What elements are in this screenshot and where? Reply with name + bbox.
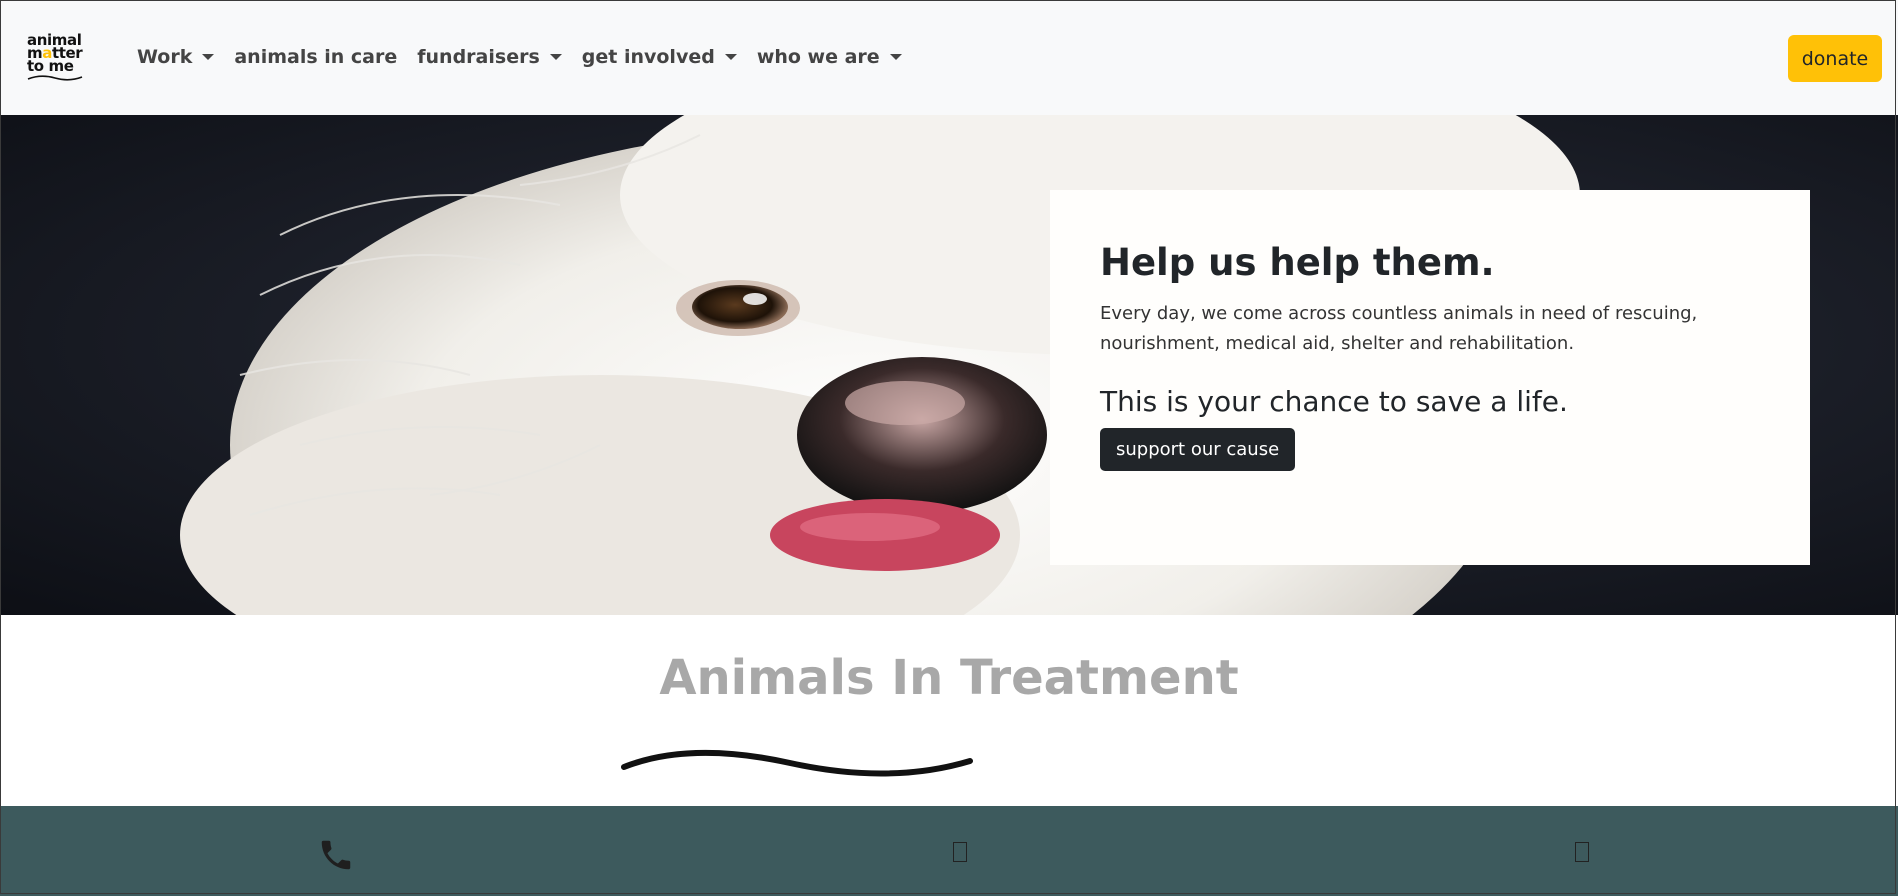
hero-banner: Help us help them. Every day, we come ac… bbox=[0, 115, 1898, 615]
hero-card: Help us help them. Every day, we come ac… bbox=[1050, 190, 1810, 565]
donate-button[interactable]: donate bbox=[1788, 35, 1882, 82]
support-our-cause-button[interactable]: support our cause bbox=[1100, 427, 1296, 471]
caret-down-icon bbox=[549, 54, 562, 60]
missing-glyph-icon[interactable] bbox=[953, 842, 967, 862]
nav-item-label: animals in care bbox=[234, 46, 398, 68]
nav-item-label: Work bbox=[137, 46, 193, 68]
logo[interactable]: animal matter to me bbox=[27, 33, 87, 84]
top-navbar: animal matter to me Work animals in care… bbox=[0, 0, 1898, 115]
section-title: Animals In Treatment bbox=[659, 650, 1239, 706]
nav-item-label: get involved bbox=[581, 46, 715, 68]
missing-glyph-icon[interactable] bbox=[1575, 842, 1589, 862]
nav-item-label: who we are bbox=[756, 46, 880, 68]
caret-down-icon bbox=[889, 54, 902, 60]
nav-item-who-we-are[interactable]: who we are bbox=[757, 46, 902, 68]
phone-icon[interactable] bbox=[317, 836, 355, 878]
hero-subheading: This is your chance to save a life. bbox=[1100, 384, 1568, 418]
logo-underline-icon bbox=[27, 75, 83, 81]
hero-body-text: Every day, we come across countless anim… bbox=[1100, 302, 1698, 354]
nav-item-label: fundraisers bbox=[417, 46, 540, 68]
caret-down-icon bbox=[202, 54, 215, 60]
hero-heading: Help us help them. bbox=[1100, 241, 1495, 284]
contact-bar bbox=[0, 806, 1898, 896]
nav-item-animals-in-care[interactable]: animals in care bbox=[234, 46, 397, 68]
nav-item-get-involved[interactable]: get involved bbox=[582, 46, 737, 68]
nav-item-fundraisers[interactable]: fundraisers bbox=[417, 46, 562, 68]
nav-item-work[interactable]: Work bbox=[137, 46, 215, 68]
caret-down-icon bbox=[724, 54, 737, 60]
squiggle-divider-icon bbox=[621, 749, 973, 777]
nav-menu: Work animals in care fundraisers get inv… bbox=[137, 46, 922, 68]
